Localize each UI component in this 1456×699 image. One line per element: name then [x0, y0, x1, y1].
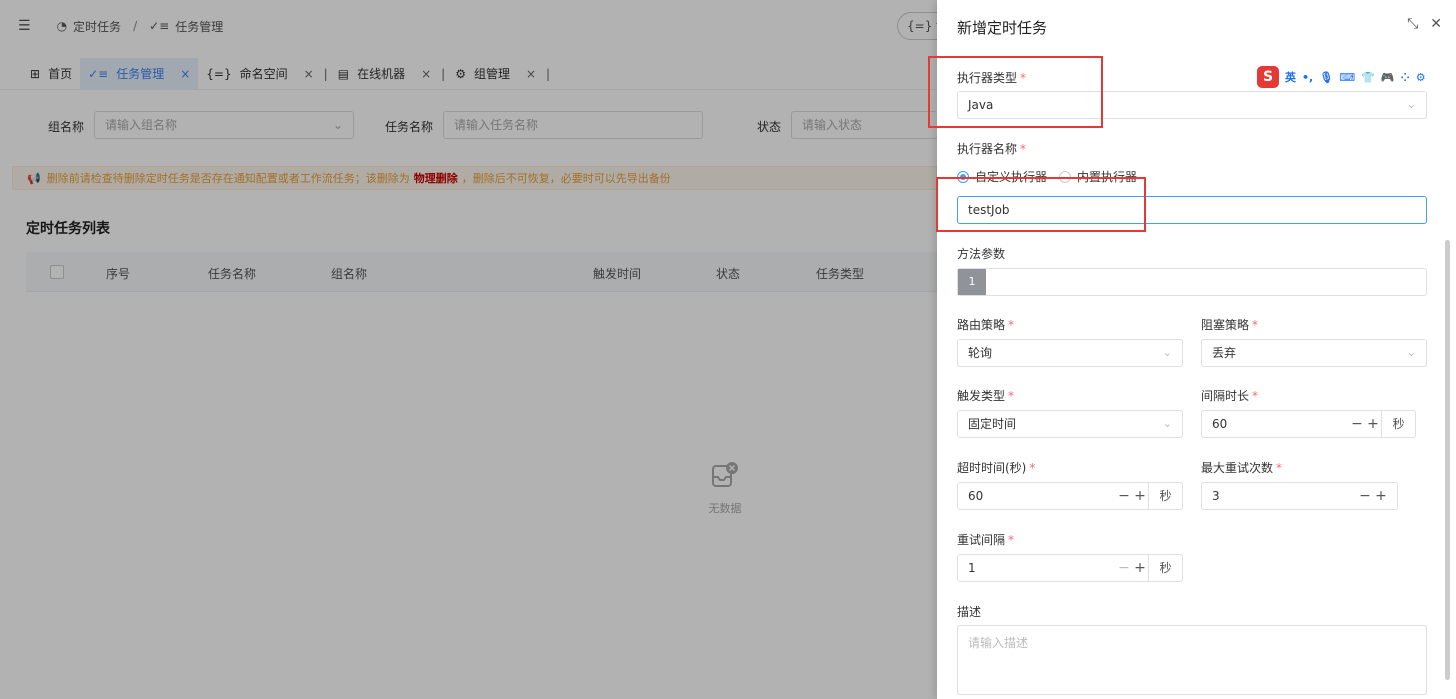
- route-strategy-value: 轮询: [968, 346, 993, 360]
- drawer-title: 新增定时任务: [957, 19, 1048, 37]
- max-retry-label-text: 最大重试次数: [1201, 461, 1274, 475]
- settings-icon: ⚙: [1415, 70, 1426, 84]
- description-textarea[interactable]: 请输入描述: [957, 625, 1427, 695]
- timeout-label-text: 超时时间(秒): [957, 461, 1027, 475]
- annotation-box-executor-type: [928, 56, 1103, 128]
- block-strategy-value: 丢弃: [1212, 346, 1237, 360]
- method-params-label: 方法参数: [957, 247, 1006, 261]
- plus-icon[interactable]: +: [1132, 483, 1148, 509]
- method-params-editor[interactable]: 1: [957, 268, 1427, 296]
- required-mark: *: [1029, 461, 1036, 475]
- interval-label-text: 间隔时长: [1201, 389, 1250, 403]
- minus-icon[interactable]: −: [1116, 483, 1132, 509]
- unit-label: 秒: [1148, 483, 1182, 509]
- microphone-icon: 🎙: [1319, 70, 1334, 84]
- required-mark: *: [1008, 389, 1015, 403]
- timeout-label: 超时时间(秒) *: [957, 459, 1035, 476]
- drawer-form: 执行器类型 * Java ⌄ 执行器名称 * 自定义执行器 内置执行器 testJo…: [937, 50, 1456, 699]
- timeout-input[interactable]: 60 − + 秒: [957, 482, 1183, 510]
- required-mark: *: [1252, 389, 1259, 403]
- plus-icon[interactable]: +: [1373, 483, 1389, 509]
- close-icon[interactable]: ✕: [1430, 16, 1442, 32]
- description-placeholder: 请输入描述: [968, 636, 1029, 650]
- punct-icon: •,: [1302, 70, 1314, 84]
- chevron-down-icon: ⌄: [1162, 346, 1172, 359]
- trigger-type-label: 触发类型 *: [957, 387, 1014, 404]
- interval-input[interactable]: 60 − + 秒: [1201, 410, 1416, 438]
- chevron-down-icon: ⌄: [1406, 98, 1416, 111]
- timeout-value: 60: [968, 489, 984, 503]
- route-strategy-label: 路由策略 *: [957, 316, 1014, 333]
- description-label: 描述: [957, 605, 982, 619]
- drawer-scrollbar[interactable]: [1445, 240, 1450, 680]
- trigger-type-value: 固定时间: [968, 417, 1017, 431]
- retry-interval-label: 重试间隔 *: [957, 531, 1014, 548]
- trigger-type-select[interactable]: 固定时间 ⌄: [957, 410, 1183, 438]
- trigger-type-label-text: 触发类型: [957, 389, 1006, 403]
- required-mark: *: [1008, 533, 1015, 547]
- plus-icon[interactable]: +: [1365, 411, 1381, 437]
- sogou-logo-icon: S: [1257, 66, 1279, 88]
- line-number: 1: [958, 269, 986, 295]
- shirt-icon: 👕: [1361, 70, 1375, 84]
- minus-icon[interactable]: −: [1349, 411, 1365, 437]
- max-retry-label: 最大重试次数 *: [1201, 459, 1282, 476]
- modal-mask[interactable]: [0, 0, 937, 699]
- executor-name-label-text: 执行器名称: [957, 142, 1018, 156]
- max-retry-value: 3: [1212, 489, 1220, 503]
- plus-icon[interactable]: +: [1132, 555, 1148, 581]
- gamepad-icon: 🎮: [1380, 70, 1395, 84]
- fullscreen-icon[interactable]: ⤡: [1407, 16, 1418, 32]
- required-mark: *: [1008, 318, 1015, 332]
- chevron-down-icon: ⌄: [1406, 346, 1416, 359]
- required-mark: *: [1020, 142, 1027, 156]
- unit-label: 秒: [1148, 555, 1182, 581]
- minus-icon[interactable]: −: [1116, 555, 1132, 581]
- executor-name-label: 执行器名称 *: [957, 140, 1026, 157]
- interval-value: 60: [1212, 417, 1228, 431]
- max-retry-input[interactable]: 3 − +: [1201, 482, 1398, 510]
- unit-label: 秒: [1381, 411, 1415, 437]
- required-mark: *: [1276, 461, 1283, 475]
- ime-toolbar[interactable]: S 英 •, 🎙 ⌨ 👕 🎮 ⁘ ⚙: [1257, 66, 1426, 88]
- retry-interval-input[interactable]: 1 − + 秒: [957, 554, 1183, 582]
- route-strategy-label-text: 路由策略: [957, 318, 1006, 332]
- retry-interval-label-text: 重试间隔: [957, 533, 1006, 547]
- block-strategy-label-text: 阻塞策略: [1201, 318, 1250, 332]
- block-strategy-select[interactable]: 丢弃 ⌄: [1201, 339, 1427, 367]
- interval-label: 间隔时长 *: [1201, 387, 1258, 404]
- ime-lang: 英: [1285, 71, 1296, 84]
- block-strategy-label: 阻塞策略 *: [1201, 316, 1258, 333]
- annotation-box-executor-name: [936, 177, 1146, 232]
- required-mark: *: [1252, 318, 1259, 332]
- chevron-down-icon: ⌄: [1162, 417, 1172, 430]
- route-strategy-select[interactable]: 轮询 ⌄: [957, 339, 1183, 367]
- retry-interval-value: 1: [968, 561, 976, 575]
- keyboard-icon: ⌨: [1339, 70, 1356, 84]
- apps-icon: ⁘: [1400, 70, 1410, 84]
- minus-icon[interactable]: −: [1357, 483, 1373, 509]
